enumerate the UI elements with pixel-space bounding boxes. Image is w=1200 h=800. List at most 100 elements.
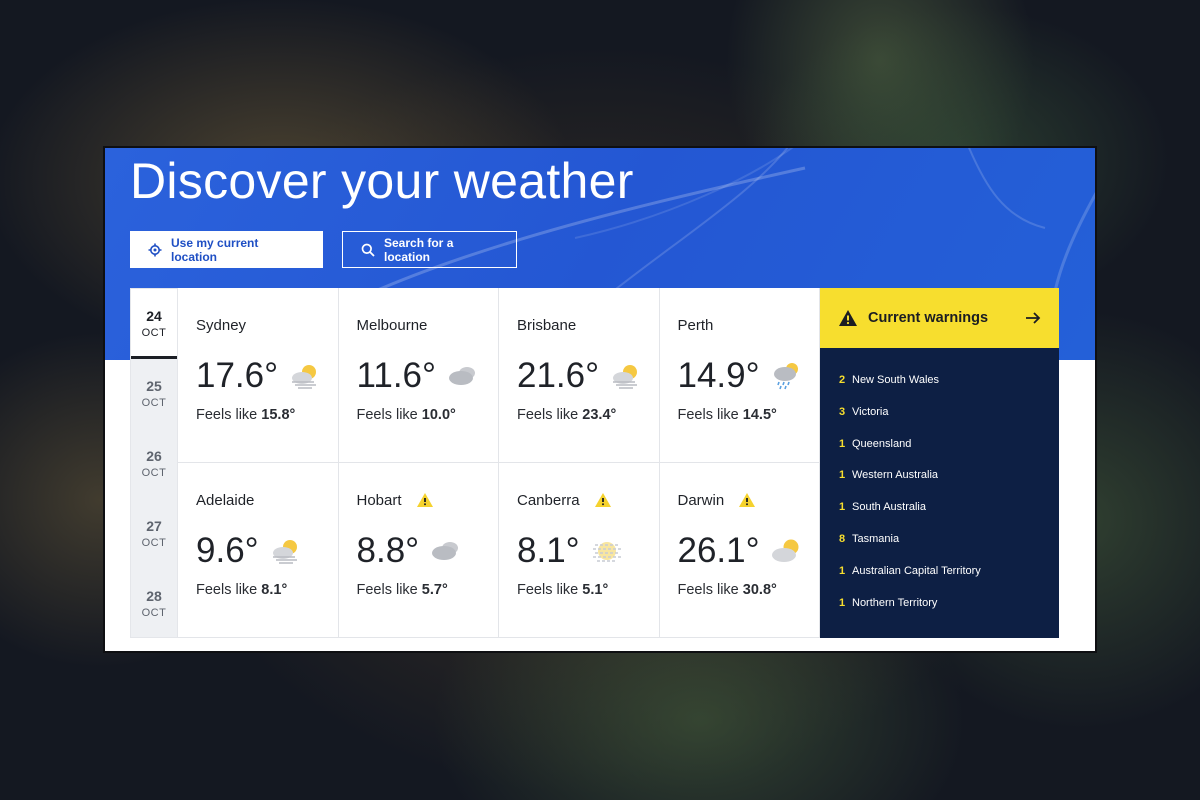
warning-region: Australian Capital Territory — [852, 564, 981, 577]
date-day: 26 — [146, 448, 162, 464]
city-card-brisbane[interactable]: Brisbane 21.6° Feels like 23.4° — [499, 288, 660, 463]
city-temperature: 17.6° — [196, 356, 279, 395]
warning-count: 2 — [839, 374, 846, 386]
fog-sun-icon — [592, 542, 621, 562]
date-day: 27 — [146, 518, 162, 534]
feels-like-prefix: Feels like — [356, 582, 422, 598]
feels-like-value: 14.5° — [742, 407, 777, 423]
city-card-adelaide[interactable]: Adelaide 9.6° Feels like 8.1° — [178, 463, 339, 638]
date-day: 25 — [146, 378, 162, 394]
city-card-hobart[interactable]: Hobart 8.8° Feels like 5.7° — [338, 463, 499, 638]
city-card-sydney[interactable]: Sydney 17.6° Feels like 15.8° — [178, 288, 339, 463]
current-warnings-button[interactable]: Current warnings — [820, 288, 1059, 348]
warning-item[interactable]: 2 New South Wales — [839, 374, 1059, 406]
partly-cloudy-icon — [771, 539, 799, 562]
use-current-location-label: Use my current location — [171, 235, 259, 264]
weather-widget: Discover your weather Use my current loc… — [103, 146, 1097, 653]
warning-region: Western Australia — [852, 469, 939, 482]
warning-count: 1 — [839, 596, 846, 609]
date-tab[interactable]: 25 OCT — [131, 359, 177, 429]
warning-item[interactable]: 3 Victoria — [839, 406, 1059, 438]
search-location-label: Search for a location — [384, 235, 454, 264]
warning-icon — [416, 493, 433, 507]
city-temperature: 14.9° — [677, 356, 760, 395]
warning-icon — [739, 493, 756, 507]
warning-item[interactable]: 1 Australian Capital Territory — [839, 565, 1059, 597]
warning-region: Queensland — [852, 437, 912, 450]
city-temperature: 11.6° — [356, 356, 437, 395]
date-month: OCT — [141, 397, 167, 409]
warning-item[interactable]: 8 Tasmania — [839, 533, 1059, 565]
warning-count: 1 — [839, 564, 846, 577]
feels-like-value: 10.0° — [421, 407, 456, 423]
date-tab[interactable]: 24 OCT — [131, 289, 177, 359]
cloudy-icon — [432, 542, 459, 560]
date-tab[interactable]: 28 OCT — [131, 569, 177, 639]
date-month: OCT — [141, 537, 167, 549]
date-day: 24 — [146, 308, 162, 324]
warning-count: 3 — [839, 405, 846, 418]
city-name: Darwin — [677, 491, 725, 509]
search-icon — [361, 243, 375, 257]
feels-like-value: 15.8° — [261, 407, 296, 423]
use-current-location-button[interactable]: Use my current location — [130, 231, 323, 268]
date-selector: 24 OCT 25 OCT 26 OCT 27 OCT 28 OCT — [130, 288, 178, 638]
feels-like-value: 23.4° — [582, 407, 617, 423]
city-name: Perth — [677, 316, 714, 334]
partly-cloudy-haze-icon — [272, 540, 297, 564]
city-temperature: 21.6° — [517, 356, 600, 395]
city-name: Brisbane — [517, 316, 577, 334]
warning-count: 8 — [839, 532, 846, 545]
warning-item[interactable]: 1 Western Australia — [839, 469, 1059, 501]
warning-icon — [839, 310, 857, 326]
city-temperature: 26.1° — [677, 531, 760, 570]
date-tab[interactable]: 27 OCT — [131, 499, 177, 569]
warning-region: Victoria — [852, 405, 889, 418]
warnings-list: 2 New South Wales 3 Victoria 1 Queensland 1… — [820, 348, 1059, 638]
city-temperature: 8.8° — [356, 531, 420, 570]
warning-count: 1 — [839, 469, 846, 482]
warning-count: 1 — [839, 437, 846, 450]
feels-like-prefix: Feels like — [196, 582, 262, 598]
warning-item[interactable]: 1 Queensland — [839, 438, 1059, 470]
warning-region: Northern Territory — [852, 596, 938, 609]
search-location-button[interactable]: Search for a location — [342, 231, 517, 268]
page-title: Discover your weather — [130, 153, 634, 209]
partly-cloudy-haze-icon — [613, 365, 638, 389]
feels-like-prefix: Feels like — [517, 582, 583, 598]
warning-region: South Australia — [852, 501, 926, 514]
date-month: OCT — [141, 327, 167, 339]
warning-region: New South Wales — [852, 374, 940, 386]
arrow-right-icon — [1026, 312, 1041, 324]
date-month: OCT — [141, 467, 167, 479]
feels-like-prefix: Feels like — [196, 407, 262, 423]
city-card-melbourne[interactable]: Melbourne 11.6° Feels like 10.0° — [338, 288, 499, 463]
feels-like-prefix: Feels like — [356, 407, 422, 423]
date-day: 28 — [146, 588, 162, 604]
warning-item[interactable]: 1 South Australia — [839, 501, 1059, 533]
cloudy-icon — [449, 367, 476, 385]
warning-icon — [594, 493, 611, 507]
city-name: Canberra — [517, 491, 580, 509]
city-name: Hobart — [356, 491, 402, 509]
city-name: Melbourne — [356, 316, 428, 334]
crosshair-icon — [148, 243, 162, 257]
current-warnings-label: Current warnings — [868, 310, 989, 326]
warning-item[interactable]: 1 Northern Territory — [839, 597, 1059, 629]
feels-like-value: 5.1° — [582, 582, 609, 598]
city-card-darwin[interactable]: Darwin 26.1° Feels like 30.8° — [659, 463, 820, 638]
feels-like-value: 8.1° — [261, 582, 288, 598]
feels-like-prefix: Feels like — [677, 582, 743, 598]
date-month: OCT — [141, 607, 167, 619]
city-forecast-grid: Sydney 17.6° Feels like 15.8° Melbourne … — [178, 288, 820, 638]
city-card-canberra[interactable]: Canberra 8.1° Feels like 5.1° — [499, 463, 660, 638]
partly-cloudy-haze-icon — [292, 365, 317, 389]
feels-like-value: 30.8° — [742, 582, 777, 598]
city-card-perth[interactable]: Perth 14.9° Feels like 14.5° — [659, 288, 820, 463]
feels-like-value: 5.7° — [421, 582, 448, 598]
showers-icon — [773, 363, 798, 390]
city-name: Adelaide — [196, 491, 255, 509]
warning-count: 1 — [839, 501, 846, 514]
date-tab[interactable]: 26 OCT — [131, 429, 177, 499]
city-temperature: 9.6° — [196, 531, 259, 570]
